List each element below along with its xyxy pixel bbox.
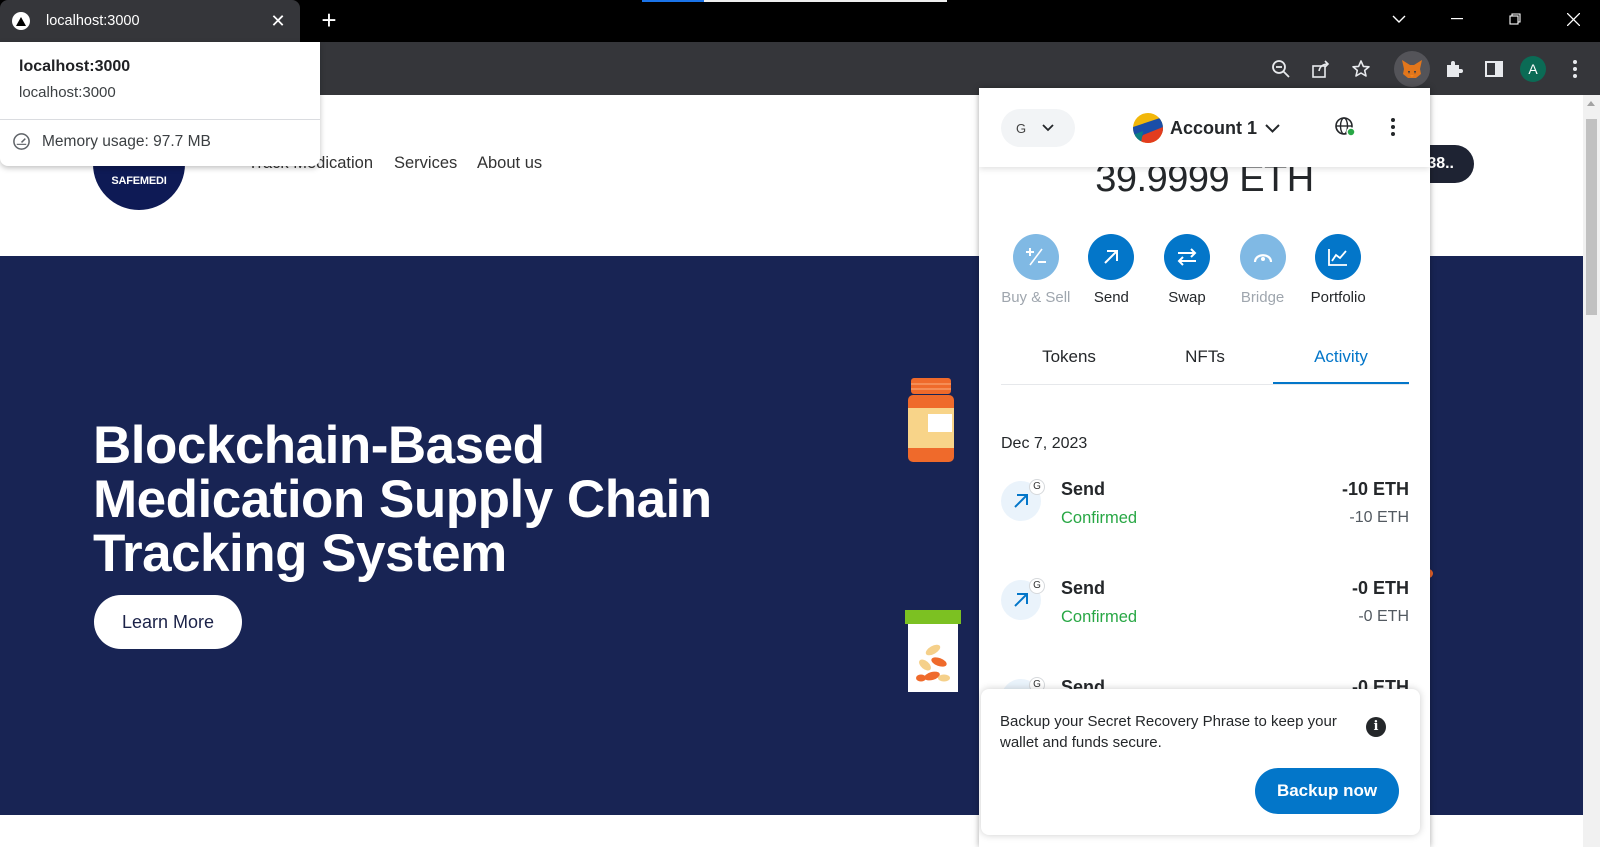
- hover-card-title: localhost:3000: [19, 58, 131, 75]
- hover-card-divider: [0, 119, 320, 120]
- transaction-status: Confirmed: [1061, 608, 1138, 626]
- bridge-button[interactable]: Bridge: [1225, 234, 1301, 306]
- star-icon[interactable]: [1347, 55, 1375, 83]
- backup-message: Backup your Secret Recovery Phrase to ke…: [1000, 713, 1337, 751]
- scroll-up-icon[interactable]: [1587, 101, 1595, 106]
- backup-now-button[interactable]: Backup now: [1255, 768, 1399, 814]
- browser-tab[interactable]: localhost:3000 ✕: [0, 0, 300, 42]
- page-scrollbar[interactable]: [1583, 95, 1600, 847]
- close-window-icon[interactable]: [1544, 0, 1600, 38]
- pill-jar-illustration: [905, 610, 961, 692]
- loading-bar: [642, 0, 947, 2]
- learn-more-button[interactable]: Learn More: [94, 595, 242, 649]
- wallet-actions: Buy & Sell Send Swap Bridge Portfolio: [998, 234, 1376, 306]
- account-options-icon[interactable]: [1391, 118, 1397, 139]
- activity-date: Dec 7, 2023: [1001, 435, 1088, 452]
- chevron-down-icon: [1042, 124, 1054, 132]
- tab-activity[interactable]: Activity: [1273, 343, 1409, 384]
- minimize-icon[interactable]: [1428, 0, 1486, 38]
- transaction-type: Send: [1061, 578, 1106, 598]
- extensions-icon[interactable]: [1440, 55, 1468, 83]
- tab-tokens[interactable]: Tokens: [1001, 343, 1137, 384]
- plus-minus-icon: [1012, 234, 1059, 280]
- gauge-icon: [13, 133, 30, 150]
- transaction-row[interactable]: G Send Confirmed -10 ETH -10 ETH: [1001, 475, 1409, 555]
- send-arrow-icon: G: [1001, 479, 1045, 521]
- network-badge: G: [1029, 578, 1045, 594]
- send-label: Send: [1093, 289, 1129, 306]
- buy-sell-button[interactable]: Buy & Sell: [998, 234, 1074, 306]
- tab-title: localhost:3000: [46, 13, 140, 29]
- profile-avatar[interactable]: A: [1520, 56, 1546, 82]
- nav-link-services[interactable]: Services: [394, 154, 457, 173]
- transaction-row[interactable]: G Send Confirmed -0 ETH -0 ETH: [1001, 574, 1409, 654]
- transaction-status: Confirmed: [1061, 509, 1138, 527]
- metamask-popup: G Account 1 39.9999 ETH Buy & Sell Send …: [979, 88, 1430, 847]
- tab-strip: localhost:3000 ✕ +: [0, 0, 1600, 42]
- transaction-fiat-amount: -10 ETH: [1349, 509, 1409, 526]
- restore-icon[interactable]: [1486, 0, 1544, 38]
- send-button[interactable]: Send: [1074, 234, 1150, 306]
- buy-sell-label: Buy & Sell: [1001, 289, 1071, 306]
- chevron-down-icon: [1265, 123, 1280, 133]
- transaction-type: Send: [1061, 479, 1106, 499]
- connected-sites-icon[interactable]: [1334, 116, 1356, 138]
- memory-usage: Memory usage: 97.7 MB: [12, 132, 211, 151]
- side-panel-icon[interactable]: [1480, 55, 1508, 83]
- metamask-fox-icon[interactable]: [1394, 51, 1430, 87]
- logo-text: SAFEMEDI: [111, 175, 167, 187]
- swap-icon: [1163, 234, 1210, 280]
- arrow-up-right-icon: [1088, 234, 1135, 280]
- account-selector[interactable]: Account 1: [1133, 111, 1280, 145]
- memory-usage-label: Memory usage: 97.7 MB: [42, 132, 211, 150]
- network-letter: G: [1016, 120, 1027, 136]
- transaction-amount: -0 ETH: [1351, 578, 1409, 598]
- share-icon[interactable]: [1307, 55, 1335, 83]
- bridge-label: Bridge: [1240, 289, 1285, 306]
- hover-card-url: localhost:3000: [19, 84, 116, 101]
- vercel-triangle-icon: [12, 12, 30, 30]
- bridge-icon: [1239, 234, 1286, 280]
- tab-search-icon[interactable]: [1370, 0, 1428, 38]
- portfolio-button[interactable]: Portfolio: [1300, 234, 1376, 306]
- chart-icon: [1315, 234, 1362, 280]
- account-name: Account 1: [1170, 117, 1258, 138]
- info-icon[interactable]: i: [1366, 717, 1386, 737]
- network-badge: G: [1029, 479, 1045, 495]
- swap-button[interactable]: Swap: [1149, 234, 1225, 306]
- close-tab-icon[interactable]: ✕: [268, 11, 288, 32]
- wallet-tabs: Tokens NFTs Activity: [1001, 343, 1409, 385]
- hero-title: Blockchain-Based Medication Supply Chain…: [93, 416, 712, 583]
- network-selector[interactable]: G: [1001, 109, 1075, 147]
- nav-link-about-us[interactable]: About us: [477, 154, 542, 173]
- metamask-header: G Account 1: [979, 88, 1430, 167]
- account-avatar-icon: [1133, 113, 1163, 143]
- zoom-out-icon[interactable]: [1267, 55, 1295, 83]
- tab-hover-card: localhost:3000 localhost:3000 Memory usa…: [0, 42, 320, 166]
- swap-label: Swap: [1168, 289, 1206, 306]
- portfolio-label: Portfolio: [1310, 289, 1366, 306]
- transaction-fiat-amount: -0 ETH: [1358, 608, 1409, 625]
- backup-reminder-card: Backup your Secret Recovery Phrase to ke…: [981, 689, 1420, 835]
- medicine-bottle-illustration: [908, 378, 954, 462]
- new-tab-button[interactable]: +: [316, 7, 342, 34]
- transaction-amount: -10 ETH: [1341, 479, 1409, 499]
- kebab-menu-icon[interactable]: [1561, 55, 1589, 83]
- tab-nfts[interactable]: NFTs: [1137, 343, 1273, 384]
- scrollbar-thumb[interactable]: [1586, 119, 1597, 315]
- send-arrow-icon: G: [1001, 578, 1045, 620]
